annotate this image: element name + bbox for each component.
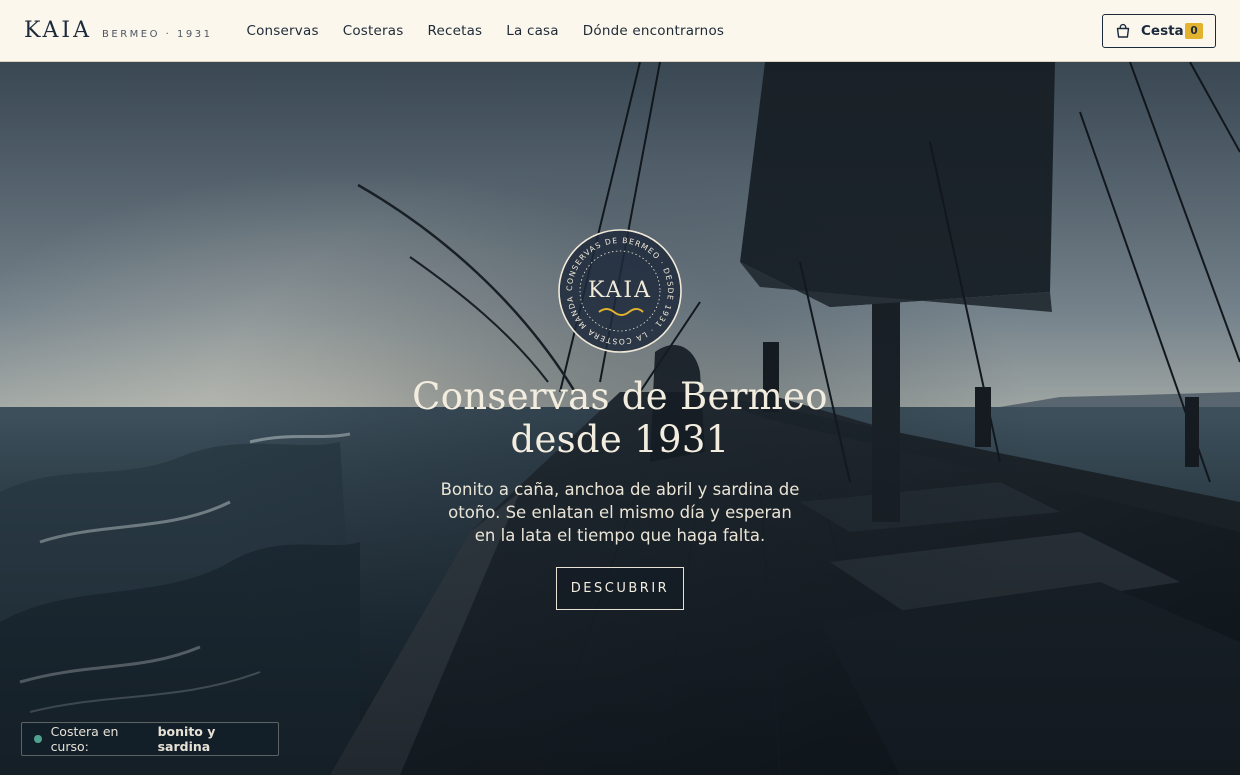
status-value: bonito y sardina xyxy=(157,724,216,754)
status-label: Costera en curso: xyxy=(50,724,119,754)
hero-title-line1: Conservas de Bermeo xyxy=(412,375,828,418)
status-badge: Costera en curso: bonito y sardina xyxy=(21,722,279,756)
hero-title: Conservas de Bermeo desde 1931 xyxy=(370,375,870,461)
nav-item-recetas[interactable]: Recetas xyxy=(415,23,494,39)
nav-item-costeras[interactable]: Costeras xyxy=(331,23,416,39)
main-nav: Conservas Costeras Recetas La casa Dónde… xyxy=(246,23,736,39)
kaia-seal-logo: CONSERVAS DE BERMEO · DESDE 1931 · LA CO… xyxy=(557,228,682,353)
cart-button[interactable]: Cesta 0 xyxy=(1102,13,1216,48)
hero-title-line2: desde 1931 xyxy=(510,418,730,461)
cart-count-badge: 0 xyxy=(1185,22,1203,39)
basket-icon xyxy=(1116,23,1130,38)
brand-tagline: BERMEO · 1931 xyxy=(102,29,213,40)
hero-section: CONSERVAS DE BERMEO · DESDE 1931 · LA CO… xyxy=(0,62,1240,775)
status-dot-icon xyxy=(34,735,42,743)
site-header: KAIA BERMEO · 1931 Conservas Costeras Re… xyxy=(0,0,1240,62)
discover-button[interactable]: DESCUBRIR xyxy=(556,567,684,610)
seal-name: KAIA xyxy=(588,278,652,303)
hero-description: Bonito a caña, anchoa de abril y sardina… xyxy=(440,480,800,545)
brand-name: KAIA xyxy=(24,18,93,43)
brand-logo[interactable]: KAIA BERMEO · 1931 xyxy=(24,18,212,43)
nav-item-la-casa[interactable]: La casa xyxy=(494,23,571,39)
cart-label: Cesta xyxy=(1141,22,1184,39)
nav-item-conservas[interactable]: Conservas xyxy=(246,23,330,39)
nav-item-donde-encontrarnos[interactable]: Dónde encontrarnos xyxy=(571,23,736,39)
